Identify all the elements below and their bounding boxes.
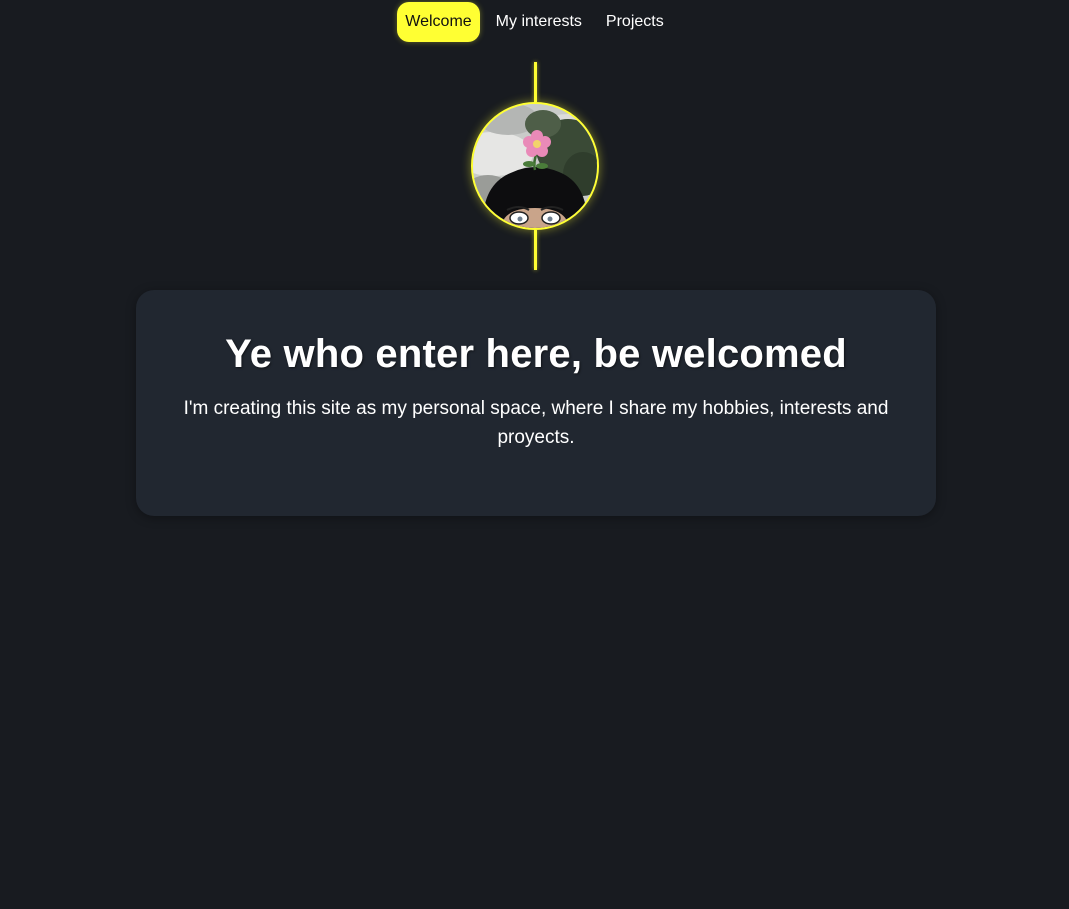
- nav-item-projects[interactable]: Projects: [598, 2, 672, 42]
- nav-item-my-interests[interactable]: My interests: [488, 2, 590, 42]
- welcome-title: Ye who enter here, be welcomed: [225, 332, 847, 376]
- avatar-line-bottom: [534, 230, 537, 270]
- profile-avatar-icon: [473, 104, 597, 228]
- welcome-description: I'm creating this site as my personal sp…: [183, 398, 889, 448]
- nav-item-welcome[interactable]: Welcome: [397, 2, 480, 42]
- page: Welcome My interests Projects Ye who ent…: [0, 0, 1069, 909]
- avatar-line-top: [534, 62, 537, 102]
- welcome-card: Ye who enter here, be welcomed I'm creat…: [136, 290, 936, 516]
- top-nav: Welcome My interests Projects: [0, 2, 1069, 42]
- avatar: [471, 102, 599, 230]
